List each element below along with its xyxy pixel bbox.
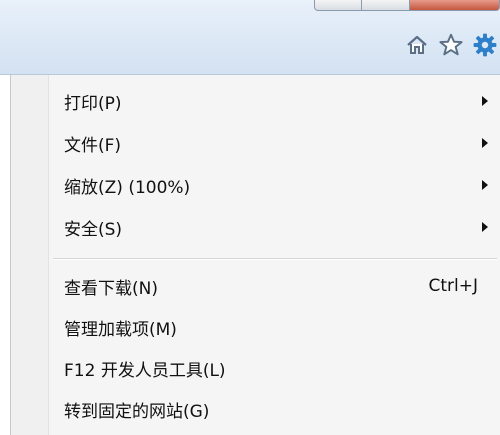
menu-item-developer-tools[interactable]: F12 开发人员工具(L) (12, 348, 498, 388)
minimize-button[interactable] (314, 0, 362, 11)
home-icon[interactable] (404, 32, 430, 58)
close-button[interactable] (410, 0, 500, 11)
submenu-arrow-icon (482, 96, 488, 106)
menu-item-label: 管理加载项(M) (64, 319, 177, 340)
submenu-arrow-icon (482, 222, 488, 232)
window-caption-buttons (0, 0, 500, 12)
tools-dropdown-menu: 打印(P) 文件(F) 缩放(Z) (100%) 安全(S) 查看下载(N) C… (10, 75, 500, 435)
menu-item-zoom[interactable]: 缩放(Z) (100%) (12, 165, 498, 205)
menu-item-label: 文件(F) (64, 135, 122, 156)
browser-toolbar (0, 0, 500, 75)
menu-item-label: 打印(P) (64, 93, 122, 114)
menu-item-manage-addons[interactable]: 管理加载项(M) (12, 307, 498, 347)
menu-item-label: 安全(S) (64, 219, 123, 240)
toolbar-icons (404, 32, 498, 58)
menu-item-shortcut: Ctrl+J (428, 276, 478, 296)
submenu-arrow-icon (482, 180, 488, 190)
menu-item-print[interactable]: 打印(P) (12, 81, 498, 121)
submenu-arrow-icon (482, 138, 488, 148)
menu-item-label: 缩放(Z) (100%) (64, 177, 191, 198)
menu-item-pinned-sites[interactable]: 转到固定的网站(G) (12, 389, 498, 429)
menu-item-label: 转到固定的网站(G) (64, 401, 210, 422)
menu-separator (53, 258, 497, 260)
menu-item-safety[interactable]: 安全(S) (12, 207, 498, 247)
menu-item-label: 查看下载(N) (64, 278, 158, 299)
maximize-button[interactable] (362, 0, 410, 11)
menu-item-view-downloads[interactable]: 查看下载(N) Ctrl+J (12, 266, 498, 306)
tools-gear-icon[interactable] (472, 32, 498, 58)
menu-item-label: F12 开发人员工具(L) (64, 360, 226, 381)
browser-window: 打印(P) 文件(F) 缩放(Z) (100%) 安全(S) 查看下载(N) C… (0, 0, 500, 435)
favorites-star-icon[interactable] (438, 32, 464, 58)
menu-item-file[interactable]: 文件(F) (12, 123, 498, 163)
